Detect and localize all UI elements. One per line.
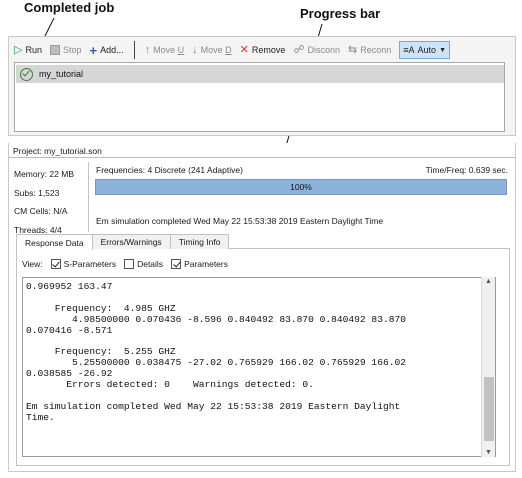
check-circle-icon [20,67,33,81]
reconn-button[interactable]: ⇆ Reconn [344,41,395,59]
job-row-my-tutorial[interactable]: my_tutorial [16,65,504,83]
auto-mode-icon: ≡A [403,44,415,55]
parameters-checkbox[interactable] [171,259,182,269]
project-label: Project: my_tutorial.son [13,146,102,156]
log-scrollbar[interactable]: ▲ ▼ [481,277,495,457]
details-label: Details [137,259,164,269]
frequencies-label: Frequencies: 4 Discrete (241 Adaptive) [96,165,243,175]
tab-response-data[interactable]: Response Data [16,234,93,250]
move-down-button[interactable]: ↓ Move D [188,41,236,59]
stats-divider [88,162,89,232]
reconnect-icon: ⇆ [348,43,358,56]
plus-icon: + [89,42,98,58]
stop-icon [49,45,60,55]
stop-button[interactable]: Stop [46,41,86,59]
stop-label: Stop [62,45,82,55]
job-name: my_tutorial [39,69,84,79]
arrow-down-icon: ↓ [192,43,198,56]
scrollbar-thumb[interactable] [484,377,494,441]
tab-bar: Response Data Errors/Warnings Timing Inf… [16,234,230,250]
disconn-button[interactable]: ☍ Disconn [289,41,344,59]
move-up-key: U [177,45,185,55]
disconn-label: Disconn [307,45,341,55]
run-label: Run [25,45,42,55]
view-label: View: [22,259,43,269]
annotation-progress-bar: Progress bar [300,6,381,21]
parameters-label: Parameters [184,259,228,269]
toolbar-separator [133,41,135,59]
details-checkbox[interactable] [124,259,135,269]
s-parameters-checkbox[interactable] [50,259,61,269]
auto-button[interactable]: ≡A Auto ▼ [399,41,450,59]
view-options: View: S-Parameters Details Parameters [22,259,228,269]
disconnect-icon: ☍ [293,43,305,56]
stats-column: Memory: 22 MB Subs: 1,523 CM Cells: N/A … [14,165,74,239]
memory-stat: Memory: 22 MB [14,169,74,179]
run-button[interactable]: ▷ Run [10,41,46,59]
toolbar: ▷ Run Stop + Add... ↑ Move U ↓ Move D ✕ … [10,40,514,60]
job-list: my_tutorial [14,62,505,132]
divider [8,157,516,158]
reconn-label: Reconn [360,45,392,55]
add-button[interactable]: + Add... [86,41,128,59]
response-log-text: 5.00000000 0.969953 163.47 0.001520 83.7… [26,278,406,423]
progress-bar: 100% [95,179,507,195]
time-freq-label: Time/Freq: 0.639 sec. [425,165,508,175]
move-up-prefix: Move [153,45,178,55]
move-up-button[interactable]: ↑ Move U [141,41,189,59]
tab-timing-info[interactable]: Timing Info [169,234,230,249]
play-icon: ▷ [14,43,23,56]
s-parameters-label: S-Parameters [63,259,117,269]
progress-text: 100% [290,182,312,192]
simulation-status-message: Em simulation completed Wed May 22 15:53… [96,216,384,226]
scroll-up-icon[interactable]: ▲ [485,278,492,285]
auto-label: Auto [417,45,437,55]
move-down-prefix: Move [200,45,226,55]
scroll-down-icon[interactable]: ▼ [485,449,492,456]
remove-label: Remove [251,45,286,55]
cm-cells-stat: CM Cells: N/A [14,206,68,216]
tab-errors-warnings[interactable]: Errors/Warnings [91,234,171,249]
chevron-down-icon: ▼ [439,46,446,54]
x-icon: ✕ [239,43,249,56]
response-log[interactable]: 5.00000000 0.969953 163.47 0.001520 83.7… [22,277,496,457]
remove-button[interactable]: ✕ Remove [236,41,290,59]
subs-stat: Subs: 1,523 [14,187,60,198]
annotation-completed-job: Completed job [24,0,115,15]
move-down-key: D [225,45,232,55]
add-label: Add... [100,45,124,55]
arrow-up-icon: ↑ [144,43,151,56]
